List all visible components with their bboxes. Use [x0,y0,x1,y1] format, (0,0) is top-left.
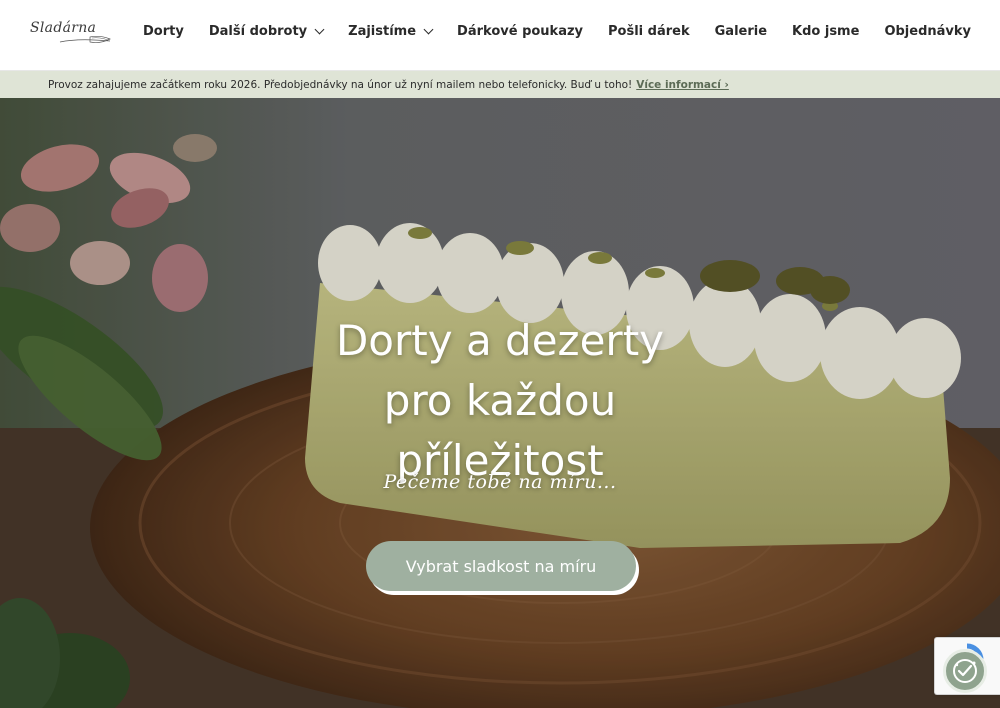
chevron-down-icon [423,24,434,35]
hero-title-line: Dorty a dezerty [335,316,665,365]
main-nav: Dorty Další dobroty Zajistíme Dárkové po… [143,24,971,39]
more-info-link[interactable]: Více informací › [636,79,729,91]
announcement-text: Provoz zahajujeme začátkem roku 2026. Př… [48,78,633,91]
cookie-check-icon [953,659,977,683]
nav-label: Další dobroty [208,24,308,39]
announcement-bar: Provoz zahajujeme začátkem roku 2026. Př… [0,71,1000,98]
logo-text: Sladárna [30,20,97,36]
nav-label: Dorty [143,24,184,39]
nav-item-galerie[interactable]: Galerie [715,24,767,39]
nav-label: Dárkové poukazy [457,24,584,39]
nav-label: Kdo jsme [792,24,860,39]
choose-dessert-button[interactable]: Vybrat sladkost na míru [366,541,636,591]
nav-item-dorty[interactable]: Dorty [143,24,184,39]
nav-item-darkove-poukazy[interactable]: Dárkové poukazy [457,24,583,39]
nav-item-posli-darek[interactable]: Pošli dárek [608,24,690,39]
nav-label: Pošli dárek [608,24,690,39]
site-logo[interactable]: Sladárna [30,20,112,48]
hero-section: Dorty a dezerty pro každou příležitost P… [0,98,1000,708]
site-header: Sladárna Dorty Další dobroty Zajistíme D… [0,0,1000,71]
cookie-settings-button[interactable] [943,649,987,693]
nav-label: Zajistíme [348,24,417,39]
hero-subtitle: Pečeme tobě na míru... [383,471,617,493]
nav-item-objednavky[interactable]: Objednávky [884,24,971,39]
nav-item-kdo-jsme[interactable]: Kdo jsme [792,24,859,39]
hero-title-line: pro každou [383,376,617,425]
nav-label: Galerie [714,24,768,39]
nav-item-dalsi-dobroty[interactable]: Další dobroty [208,24,325,39]
hero-title: Dorty a dezerty pro každou příležitost [300,311,700,491]
nav-label: Objednávky [884,24,971,39]
nav-item-zajistime[interactable]: Zajistíme [348,24,434,39]
chevron-down-icon [314,24,325,35]
